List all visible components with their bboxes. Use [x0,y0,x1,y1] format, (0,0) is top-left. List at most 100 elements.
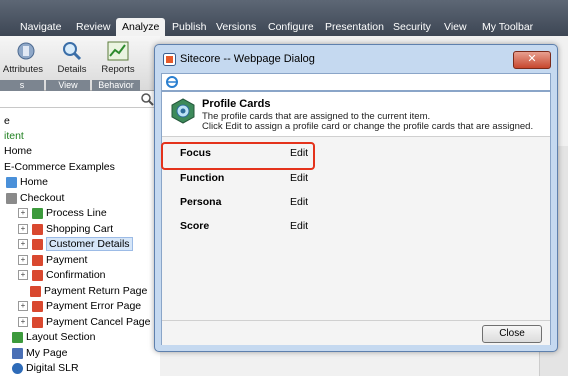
expand-icon[interactable]: + [18,301,28,312]
page-icon [30,285,41,297]
expand-icon[interactable]: + [18,224,28,235]
page-icon [32,223,43,235]
tree-item-label: Process Line [46,207,107,219]
tree-item-label: My Page [26,347,68,359]
group-label-attributes: s [0,80,44,91]
tree-item-content[interactable]: itent [4,129,24,144]
menu-configure[interactable]: Configure [268,20,314,34]
top-menubar: Navigate Review Analyze Publish Versions… [0,0,568,36]
sitecore-icon [163,53,176,66]
profile-card-label-function: Function [180,172,225,184]
page-icon [32,254,43,266]
search-icon[interactable] [140,92,154,106]
dialog-close-icon[interactable]: ✕ [513,51,551,69]
profile-card-label-score: Score [180,220,210,232]
dialog-title: Sitecore -- Webpage Dialog [180,53,315,65]
expand-icon[interactable]: + [18,239,28,250]
page-icon [32,269,43,281]
tree-item-home-2[interactable]: Home [6,175,48,190]
webpage-dialog: Sitecore -- Webpage Dialog ✕ Profile Car… [154,44,558,352]
tree-search-bar[interactable] [0,91,160,108]
menu-publish[interactable]: Publish [172,20,206,34]
close-button[interactable]: Close [482,325,542,343]
menu-security[interactable]: Security [393,20,431,34]
details-label: Details [57,64,87,75]
dialog-content: Profile Cards The profile cards that are… [161,91,551,345]
menu-presentation[interactable]: Presentation [325,20,384,34]
group-label-view: View [46,80,90,91]
tree-item-label: Confirmation [46,269,106,281]
expand-icon[interactable]: + [18,317,28,328]
tree-item-customer-details[interactable]: + Customer Details [18,237,133,252]
attributes-icon [17,42,35,60]
tree-item-label: E-Commerce Examples [4,161,115,173]
attributes-label: Attributes [2,64,44,75]
tree-item-confirmation[interactable]: + Confirmation [18,268,106,283]
tree-item-label: Digital SLR [26,362,79,374]
edit-score-link[interactable]: Edit [290,220,308,232]
expand-icon[interactable]: + [18,255,28,266]
dialog-footer: Close [162,320,550,345]
layout-icon [12,331,23,343]
tree-item[interactable]: e [4,114,10,129]
tree-item-process-line[interactable]: + Process Line [18,206,107,221]
home-icon [6,176,17,188]
expand-icon[interactable]: + [18,270,28,281]
profile-cards-icon [171,98,195,124]
tree-item-digital-slr[interactable]: Digital SLR [12,361,79,376]
menu-analyze[interactable]: Analyze [116,18,166,36]
tree-item-label: Checkout [20,192,65,204]
content-tree: e itent Home E-Commerce Examples Home Ch… [0,108,160,376]
focus-row-highlight [161,142,315,170]
dialog-header: Profile Cards The profile cards that are… [162,92,550,137]
tree-item-label: Payment Return Page [44,285,148,297]
tree-item-my-page[interactable]: My Page [12,346,67,361]
tree-item-shopping-cart[interactable]: + Shopping Cart [18,222,113,237]
magnifier-icon [63,42,82,61]
chart-icon [107,41,129,61]
dialog-titlebar[interactable]: Sitecore -- Webpage Dialog ✕ [155,45,557,71]
header-description: The profile cards that are assigned to t… [202,112,533,132]
menu-navigate[interactable]: Navigate [20,20,61,34]
address-bar [161,73,551,91]
process-line-icon [32,207,43,219]
tree-item-payment-cancel-page[interactable]: + Payment Cancel Page [18,315,150,330]
camera-icon [12,362,23,374]
edit-persona-link[interactable]: Edit [290,196,308,208]
menu-my-toolbar[interactable]: My Toolbar [482,20,533,34]
tree-item-payment-error-page[interactable]: + Payment Error Page [18,299,141,314]
tree-item-checkout[interactable]: Checkout [6,191,64,206]
tree-item-label: Home [4,145,33,157]
tree-item-label: Shopping Cart [46,223,114,235]
internet-explorer-icon [166,76,178,88]
ribbon: Attributes Details Reports s View Behavi… [0,36,160,91]
header-line-2: Click Edit to assign a profile card or c… [202,121,534,132]
tree-item-payment-return-page[interactable]: Payment Return Page [30,284,147,299]
tree-item-ecommerce-examples[interactable]: E-Commerce Examples [4,160,115,175]
tree-item-layout-section[interactable]: Layout Section [12,330,95,345]
expand-icon[interactable]: + [18,208,28,219]
checkout-icon [6,192,17,204]
menu-review[interactable]: Review [76,20,110,34]
page-icon [32,238,43,250]
tree-item-label: Payment [46,254,88,266]
tree-item-label: Home [20,176,49,188]
tree-item-label: e [4,115,10,127]
profile-card-label-persona: Persona [180,196,222,208]
tree-item-label: itent [4,130,24,142]
group-label-behavior: Behavior [92,80,140,91]
reports-label: Reports [101,64,135,75]
menu-versions[interactable]: Versions [216,20,256,34]
menu-view[interactable]: View [444,20,467,34]
tree-item-label: Payment Cancel Page [46,316,151,328]
tree-item-home[interactable]: Home [4,144,32,159]
tree-item-label: Customer Details [46,237,133,251]
page-icon [32,300,43,312]
page-grid-icon [12,347,23,359]
tree-item-label: Layout Section [26,331,96,343]
edit-function-link[interactable]: Edit [290,172,308,184]
tree-item-payment[interactable]: + Payment [18,253,87,268]
tree-item-label: Payment Error Page [46,300,142,312]
page-icon [32,316,43,328]
header-title: Profile Cards [202,98,271,110]
